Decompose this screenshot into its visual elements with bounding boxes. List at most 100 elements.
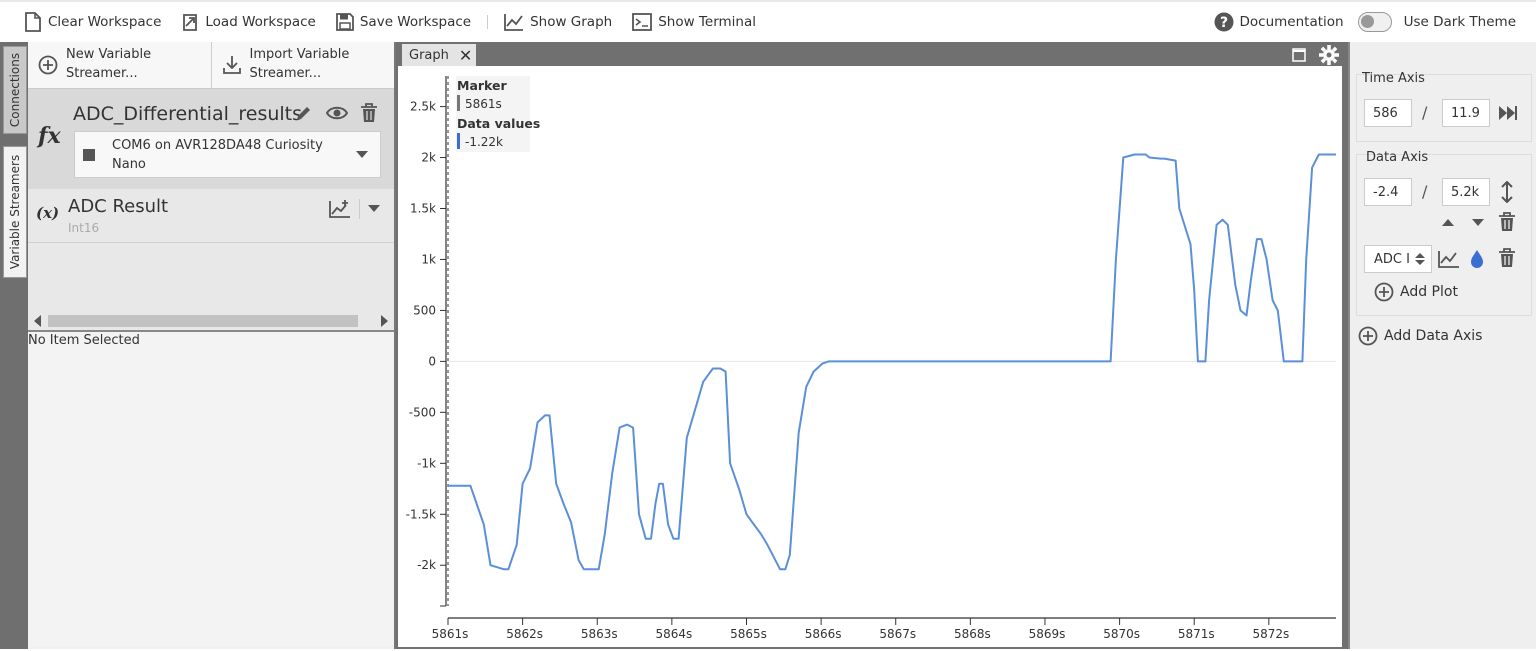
scroll-left-icon[interactable]	[34, 315, 42, 327]
x-tick-label: 5872s	[1252, 627, 1289, 641]
y-tick-label: -1.5k	[406, 507, 436, 521]
stop-icon[interactable]	[83, 149, 95, 161]
eye-icon[interactable]	[326, 103, 348, 123]
x-tick-label: 5862s	[506, 627, 543, 641]
axes: 2.5k 2k 1.5k 1k 500 0 -500 -1k -1.5k -2k 5861s 5862…	[406, 76, 1336, 641]
add-data-axis-label: Add Data Axis	[1384, 328, 1483, 344]
move-up-icon[interactable]	[1442, 218, 1454, 226]
tab-variable-streamers[interactable]: Variable Streamers	[3, 146, 27, 278]
chevron-down-icon[interactable]	[356, 151, 368, 159]
y-tick-label: 2k	[421, 151, 436, 165]
tab-connections-label: Connections	[8, 52, 22, 128]
series-swatch	[457, 133, 460, 149]
chevron-down-icon[interactable]	[368, 205, 380, 213]
load-icon	[183, 14, 198, 31]
y-tick-label: -500	[409, 405, 436, 419]
edit-icon[interactable]	[294, 103, 314, 123]
streamer-item[interactable]: fx ADC_Differential_results COM6 on AVR1…	[28, 89, 394, 189]
function-icon: fx	[38, 123, 61, 149]
y-tick-label: 1.5k	[410, 202, 436, 216]
x-tick-label: 5863s	[581, 627, 618, 641]
svg-text:?: ?	[1219, 15, 1227, 31]
import-variable-streamer-button[interactable]: Import Variable Streamer...	[212, 42, 395, 88]
documentation-button[interactable]: ? Documentation	[1210, 7, 1348, 37]
data-value: -1.22k	[465, 135, 503, 149]
icon-divider	[359, 199, 360, 219]
y-tick-label: -1k	[417, 456, 436, 470]
maximize-icon[interactable]	[1292, 48, 1306, 62]
streamer-name: ADC_Differential_results	[73, 103, 303, 125]
close-icon[interactable]: ✕	[459, 46, 472, 65]
add-data-axis-button[interactable]: Add Data Axis	[1358, 326, 1482, 346]
time-span-input[interactable]: 11.9	[1442, 99, 1490, 127]
plot-select[interactable]: ADC I	[1364, 245, 1432, 273]
marker-legend: Marker 5861s Data values -1.22k	[456, 76, 540, 152]
x-tick-label: 5868s	[954, 627, 991, 641]
y-tick-label: -2k	[417, 558, 436, 572]
scroll-right-icon[interactable]	[380, 315, 388, 327]
toggle-knob	[1360, 15, 1374, 28]
x-tick-label: 5870s	[1103, 627, 1140, 641]
port-selector[interactable]: COM6 on AVR128DA48 Curiosity Nano	[74, 131, 381, 178]
x-tick-label: 5869s	[1029, 627, 1066, 641]
clear-workspace-button[interactable]: Clear Workspace	[14, 7, 171, 37]
new-streamer-label-2: Streamer...	[66, 66, 138, 81]
plot-style-icon[interactable]	[1438, 250, 1460, 268]
show-terminal-label: Show Terminal	[658, 14, 756, 30]
tab-connections[interactable]: Connections	[3, 46, 27, 134]
top-toolbar: Clear Workspace Load Workspace Save Work…	[0, 0, 1536, 42]
graph-tab-bar: Graph ✕	[396, 42, 1348, 66]
clear-workspace-label: Clear Workspace	[48, 14, 162, 30]
streamer-actions-icons	[294, 103, 378, 123]
streamer-actions: New Variable Streamer... Import Variable S…	[28, 42, 394, 89]
add-plot-label: Add Plot	[1400, 284, 1458, 300]
import-streamer-label-2: Streamer...	[249, 66, 322, 81]
add-plot-button[interactable]: Add Plot	[1374, 282, 1458, 302]
gear-icon[interactable]	[1318, 44, 1340, 66]
trash-icon[interactable]	[360, 103, 378, 123]
delete-axis-icon[interactable]	[1498, 212, 1516, 232]
streamer-list: fx ADC_Differential_results COM6 on AVR1…	[28, 89, 394, 330]
import-icon	[222, 56, 241, 74]
time-axis-title: Time Axis	[1362, 71, 1425, 86]
show-terminal-button[interactable]: Show Terminal	[622, 7, 766, 37]
save-icon	[335, 13, 354, 31]
toolbar-divider	[487, 15, 489, 29]
save-workspace-button[interactable]: Save Workspace	[326, 7, 481, 37]
delete-plot-icon[interactable]	[1498, 248, 1516, 268]
time-start-input[interactable]: 586	[1364, 99, 1412, 127]
data-max-input[interactable]: 5.2k	[1442, 178, 1490, 206]
scrollbar-thumb[interactable]	[48, 315, 358, 327]
dark-theme-toggle[interactable]	[1357, 12, 1392, 32]
data-min-input[interactable]: -2.4	[1364, 178, 1412, 206]
move-down-icon[interactable]	[1472, 219, 1484, 227]
y-tick-label: 1k	[421, 252, 436, 266]
properties-panel: No Item Selected	[28, 330, 394, 647]
marker-swatch	[457, 95, 460, 111]
import-streamer-label-1: Import Variable	[249, 47, 350, 63]
tab-graph[interactable]: Graph ✕	[402, 44, 476, 66]
new-document-icon	[25, 12, 41, 32]
add-to-graph-icon[interactable]	[329, 199, 351, 219]
variable-type: Int16	[68, 221, 100, 235]
line-chart[interactable]: 2.5k 2k 1.5k 1k 500 0 -500 -1k -1.5k -2k 5861s 5862…	[398, 66, 1342, 647]
marker-value: 5861s	[465, 97, 502, 111]
data-values-title: Data values	[457, 116, 540, 131]
vertical-resize-icon[interactable]	[1500, 181, 1514, 203]
save-workspace-label: Save Workspace	[359, 14, 472, 30]
show-graph-button[interactable]: Show Graph	[494, 7, 622, 37]
color-drop-icon[interactable]	[1470, 249, 1484, 269]
spinner-icon	[1415, 253, 1425, 265]
y-tick-label: 500	[413, 303, 436, 317]
horizontal-scrollbar[interactable]	[32, 310, 390, 330]
graph-plot[interactable]: 2.5k 2k 1.5k 1k 500 0 -500 -1k -1.5k -2k 5861s 5862…	[398, 66, 1342, 647]
x-tick-label: 5865s	[730, 627, 767, 641]
load-workspace-button[interactable]: Load Workspace	[171, 7, 325, 37]
variable-item[interactable]: (x) ADC Result Int16	[28, 189, 394, 243]
data-axis-title: Data Axis	[1366, 150, 1429, 165]
time-slash: /	[1422, 103, 1428, 122]
help-icon: ?	[1214, 12, 1234, 32]
load-workspace-label: Load Workspace	[205, 14, 316, 30]
fast-forward-icon[interactable]	[1498, 105, 1518, 121]
new-variable-streamer-button[interactable]: New Variable Streamer...	[28, 42, 212, 88]
